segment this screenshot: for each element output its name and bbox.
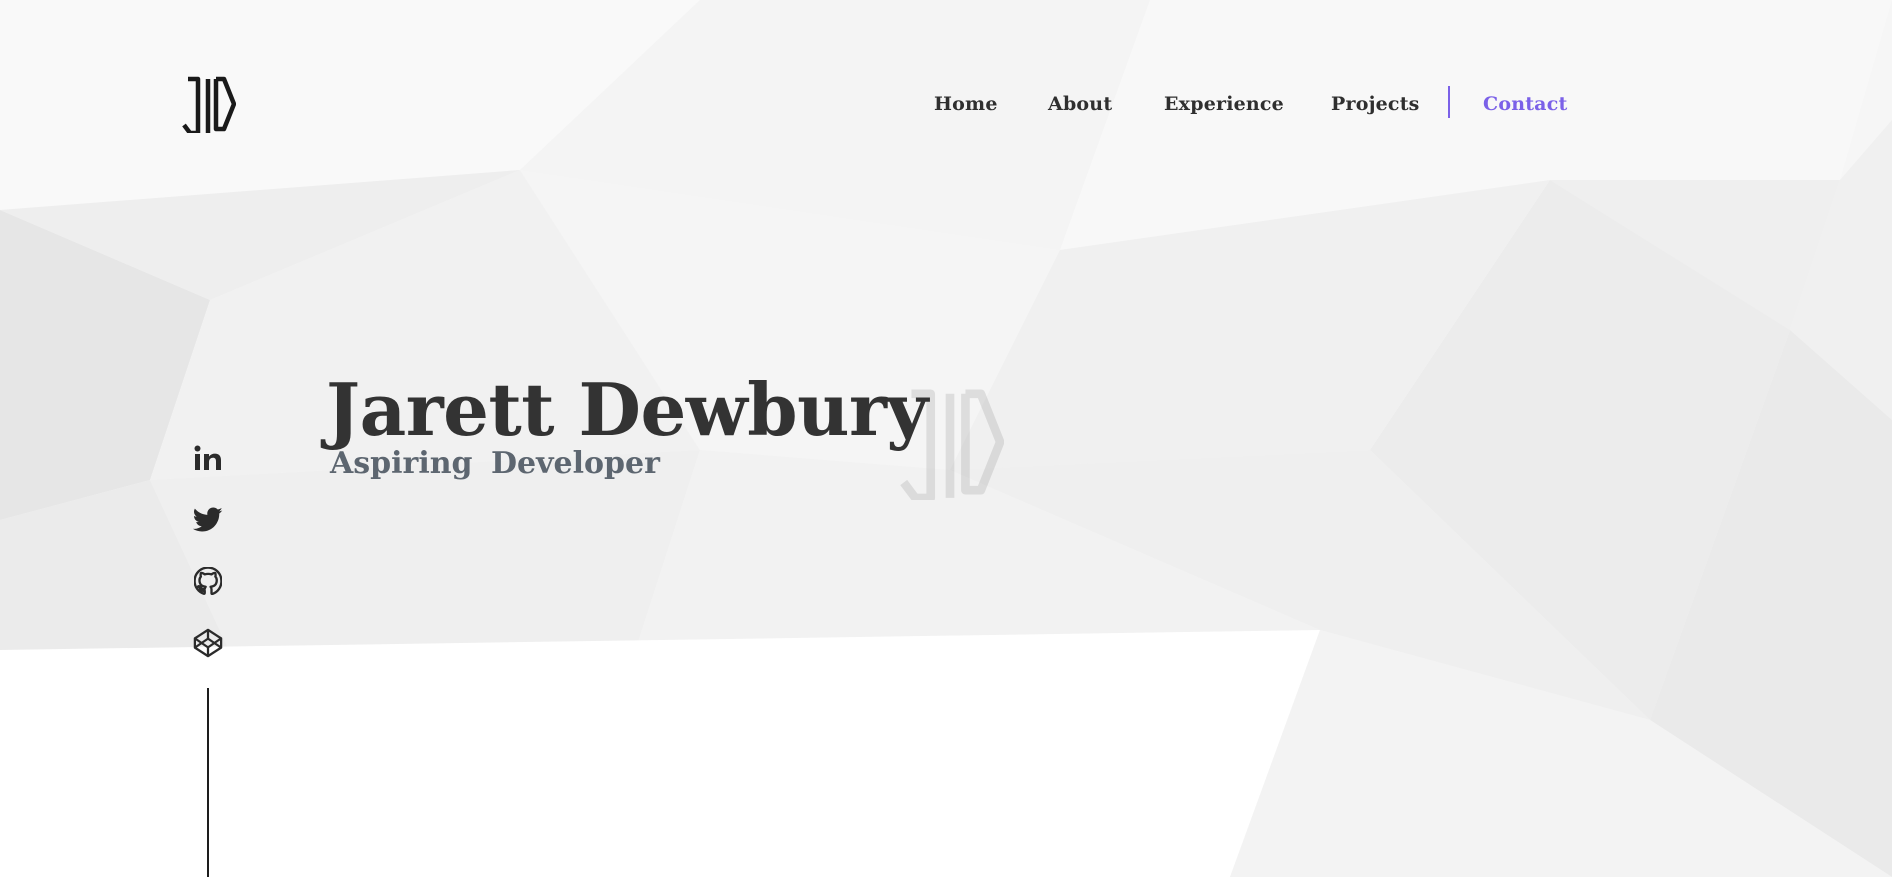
twitter-icon[interactable] xyxy=(188,500,228,540)
main-nav: Home About Experience Projects Contact xyxy=(0,88,1892,120)
page: Home About Experience Projects Contact J… xyxy=(0,0,1892,877)
nav-projects-link[interactable]: Projects xyxy=(1331,88,1420,120)
nav-about-link[interactable]: About xyxy=(1048,88,1112,120)
hero-subtitle: Aspiring Developer xyxy=(330,446,660,481)
codepen-icon[interactable] xyxy=(188,623,228,663)
nav-divider xyxy=(1448,86,1450,118)
nav-contact-link[interactable]: Contact xyxy=(1483,88,1567,120)
nav-home-link[interactable]: Home xyxy=(934,88,998,120)
social-divider-line xyxy=(207,688,209,877)
github-icon[interactable] xyxy=(188,561,228,601)
linkedin-icon[interactable] xyxy=(188,438,228,478)
hero-name: Jarett Dewbury xyxy=(326,367,928,452)
nav-experience-link[interactable]: Experience xyxy=(1164,88,1284,120)
